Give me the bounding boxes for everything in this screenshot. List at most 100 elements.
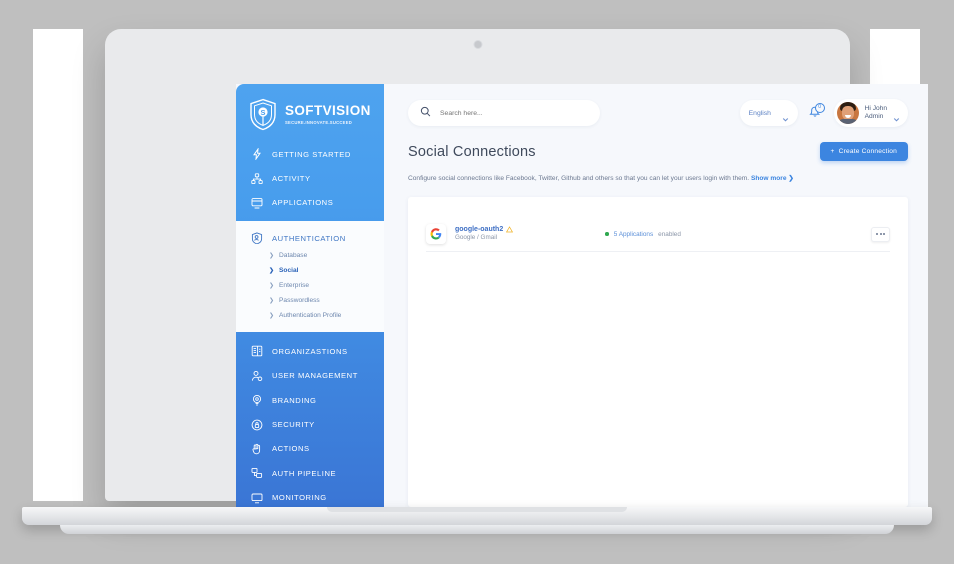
laptop-screen: S SOFTVISION SECURE.INNOVATE.SUCCEED GET… [236,84,928,521]
shield-s-icon: S [248,98,278,131]
security-lock-icon [251,419,263,431]
sidebar-subitem-social[interactable]: ❯ Social [236,263,384,278]
user-role: Admin [864,113,884,120]
user-shield-icon [251,232,263,245]
plus-icon: + [830,148,835,155]
connections-card: google-oauth2 Google / Gmail 5 Applicati… [408,197,908,507]
laptop-camera-icon [473,40,482,49]
sidebar-item-label: APPLICATIONS [272,198,334,208]
create-connection-label: Create Connection [838,148,897,155]
auth-pipeline-icon [251,467,263,479]
search-bar[interactable] [408,100,600,126]
topbar-right-group: English 0 Hi John Admin [739,99,908,127]
applications-monitor-icon [251,197,263,209]
branding-bulb-icon [251,394,263,406]
connection-provider: Google / Gmail [455,234,497,242]
svg-text:S: S [261,108,266,117]
language-selector[interactable]: English [739,100,798,126]
actions-hand-icon [251,443,263,455]
sidebar-item-label: ACTIONS [272,444,310,454]
backdrop-panel-left [33,29,83,501]
page-description-text: Configure social connections like Facebo… [408,175,750,182]
search-input[interactable] [438,108,588,118]
page-header: Social Connections + Create Connection [384,142,928,161]
lightning-icon [251,148,263,161]
sidebar: S SOFTVISION SECURE.INNOVATE.SUCCEED GET… [236,84,384,521]
sidebar-item-label: BRANDING [272,395,317,405]
status-suffix: enabled [658,230,681,238]
chevron-down-icon [782,110,789,121]
sidebar-item-actions[interactable]: ACTIONS [236,437,384,461]
sidebar-item-label: ACTIVITY [272,174,311,184]
kebab-menu-icon[interactable] [871,226,890,242]
topbar: English 0 [384,84,928,142]
main-content: English 0 [384,84,928,521]
monitoring-screen-icon [251,492,263,504]
screenshot-stage: S SOFTVISION SECURE.INNOVATE.SUCCEED GET… [0,0,954,564]
page-description: Configure social connections like Facebo… [384,161,928,182]
sidebar-subitem-label: Social [279,267,299,275]
chevron-right-icon: ❯ [269,297,275,304]
sidebar-item-getting-started[interactable]: GETTING STARTED [236,142,384,166]
language-selected-label: English [748,109,771,117]
sidebar-item-label: MONITORING [272,493,327,503]
show-more-link[interactable]: Show more ❯ [751,175,794,182]
connection-name: google-oauth2 [455,226,504,234]
sidebar-item-security[interactable]: SECURITY [236,412,384,436]
user-menu[interactable]: Hi John Admin [833,99,908,127]
sidebar-subitem-authentication-profile[interactable]: ❯ Authentication Profile [236,308,384,323]
sidebar-bottom-group: ORGANIZASTIONS USER MANAGEMENT BRANDING … [236,332,384,521]
notifications-badge: 0 [814,103,825,113]
connection-status: 5 Applications enabled [605,231,681,238]
user-greeting: Hi John [864,104,887,112]
sidebar-item-activity[interactable]: ACTIVITY [236,166,384,190]
chevron-right-icon: ❯ [269,267,275,274]
activity-network-icon [251,172,263,185]
sidebar-item-label: AUTH PIPELINE [272,468,337,478]
sidebar-item-label: SECURITY [272,420,315,430]
warning-triangle-icon [506,226,514,233]
chevron-down-icon [893,110,900,121]
applications-count-link[interactable]: 5 Applications [614,231,653,238]
sidebar-item-branding[interactable]: BRANDING [236,388,384,412]
sidebar-item-auth-pipeline[interactable]: AUTH PIPELINE [236,461,384,485]
sidebar-item-label: USER MANAGEMENT [272,371,358,381]
google-logo-icon [426,224,446,244]
sidebar-item-label: AUTHENTICATION [272,233,346,243]
sidebar-item-label: GETTING STARTED [272,149,351,159]
sidebar-subitem-database[interactable]: ❯ Database [236,248,384,263]
laptop-base [22,507,932,525]
connection-name-row: google-oauth2 [455,225,514,234]
avatar [836,102,859,124]
connection-row-google-oauth2[interactable]: google-oauth2 Google / Gmail 5 Applicati… [426,217,890,252]
chevron-right-icon: ❯ [269,312,275,319]
sidebar-item-applications[interactable]: APPLICATIONS [236,191,384,215]
sidebar-item-label: ORGANIZASTIONS [272,346,348,356]
page-title: Social Connections [408,143,536,160]
search-icon [420,104,431,122]
laptop-base-foot [60,525,894,534]
sidebar-subitem-enterprise[interactable]: ❯ Enterprise [236,278,384,293]
brand-name: SOFTVISION [285,102,371,118]
sidebar-item-organizations[interactable]: ORGANIZASTIONS [236,339,384,363]
chevron-right-icon: ❯ [269,252,275,259]
sidebar-subitem-passwordless[interactable]: ❯ Passwordless [236,293,384,308]
sidebar-subitem-label: Database [279,252,308,260]
sidebar-subitem-label: Passwordless [279,297,320,305]
brand-tagline: SECURE.INNOVATE.SUCCEED [285,119,353,125]
sidebar-item-user-management[interactable]: USER MANAGEMENT [236,364,384,388]
status-dot-icon [605,232,609,236]
sidebar-authentication-section: AUTHENTICATION ❯ Database ❯ Social ❯ Ent… [236,221,384,333]
user-gear-icon [251,370,263,382]
laptop-lid: S SOFTVISION SECURE.INNOVATE.SUCCEED GET… [105,29,928,521]
brand-logo[interactable]: S SOFTVISION SECURE.INNOVATE.SUCCEED [236,84,384,130]
organizations-building-icon [251,345,263,357]
chevron-right-icon: ❯ [269,282,275,289]
create-connection-button[interactable]: + Create Connection [819,142,908,161]
sidebar-item-authentication[interactable]: AUTHENTICATION [236,228,384,248]
show-more-label: Show more [750,175,787,182]
sidebar-subitem-label: Enterprise [279,282,310,290]
notifications-button[interactable]: 0 [808,103,825,122]
sidebar-top-group: GETTING STARTED ACTIVITY APPLICATIONS [236,130,384,215]
sidebar-subitem-label: Authentication Profile [279,312,342,320]
